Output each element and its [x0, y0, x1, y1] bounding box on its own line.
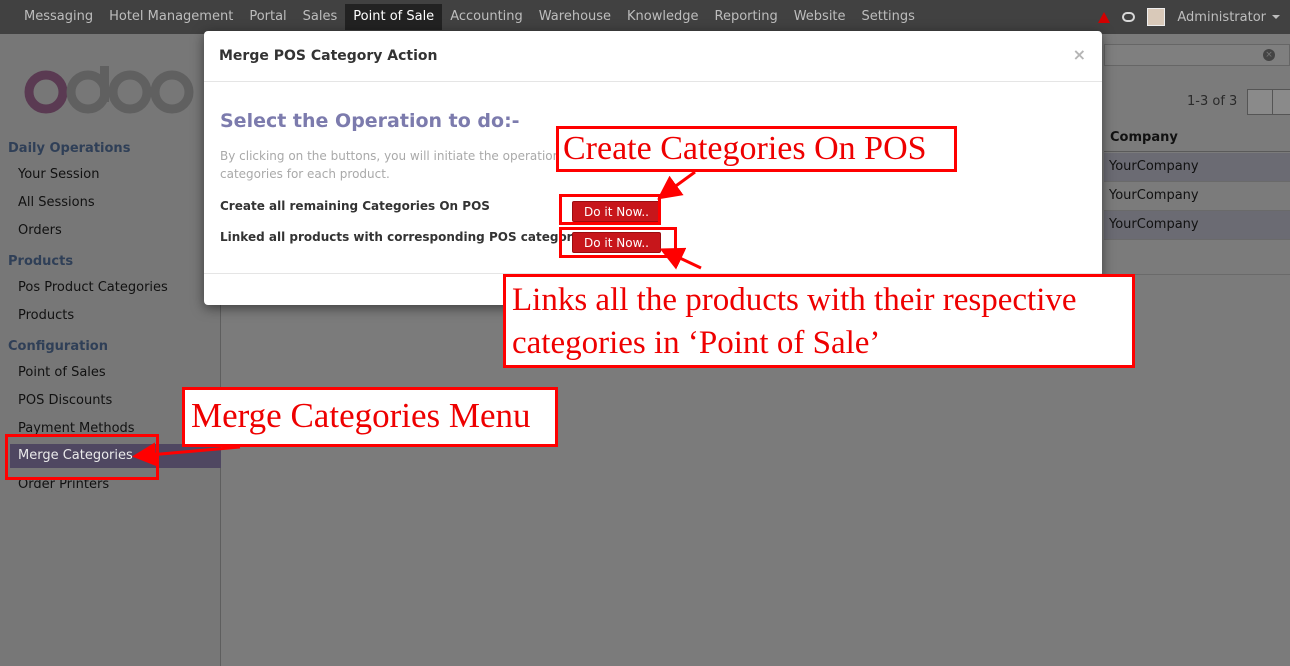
arrow-create [657, 170, 696, 200]
arrow-merge-menu [132, 442, 241, 467]
annotation-arrows [132, 170, 702, 467]
arrow-link [659, 247, 702, 270]
